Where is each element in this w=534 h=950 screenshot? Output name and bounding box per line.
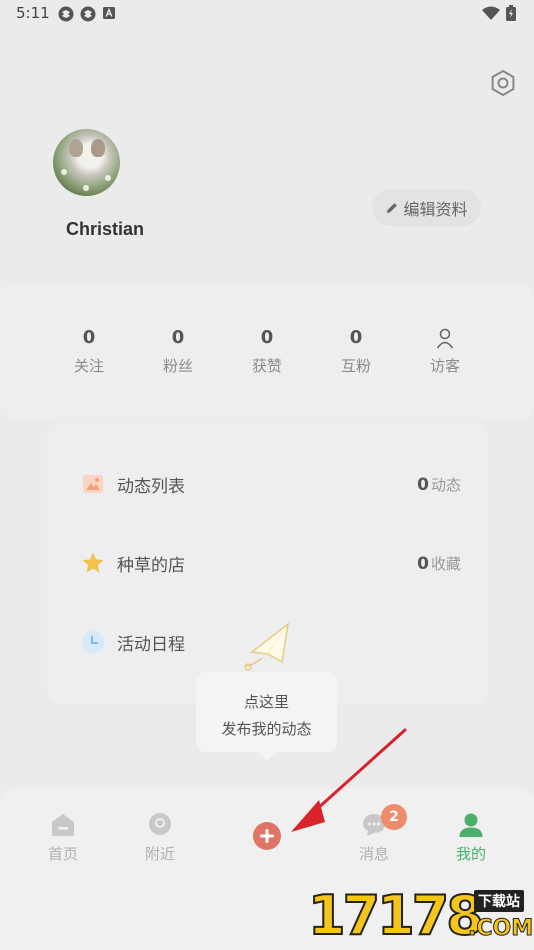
- edit-profile-button[interactable]: 编辑资料: [372, 189, 481, 226]
- user-icon: [459, 813, 483, 837]
- menu-item-shops[interactable]: 种草的店 0 收藏: [81, 548, 461, 578]
- stat-value: 0: [260, 327, 274, 348]
- stat-visitors[interactable]: 访客: [415, 327, 475, 376]
- stat-followers[interactable]: 0 粉丝: [148, 327, 208, 376]
- clock-icon: [82, 631, 104, 653]
- watermark-number: 17178: [307, 883, 485, 948]
- status-time: 5:11: [16, 4, 50, 22]
- stats-card: 0 关注 0 粉丝 0 获赞 0 互粉 访客: [0, 283, 534, 420]
- tab-label: 消息: [358, 845, 389, 863]
- menu-item-label: 动态列表: [117, 476, 185, 497]
- watermark-domain: .COM: [467, 916, 534, 942]
- stat-following[interactable]: 0 关注: [59, 327, 119, 376]
- publish-button[interactable]: [253, 822, 281, 850]
- status-system-icons: [482, 5, 516, 21]
- username: Christian: [66, 219, 145, 239]
- tab-label: 附近: [144, 845, 175, 863]
- pencil-icon: [387, 202, 398, 213]
- plus-icon: [260, 829, 274, 843]
- tab-me[interactable]: 我的: [441, 812, 501, 864]
- notification-icon: [58, 6, 74, 22]
- notification-icon: [80, 6, 96, 22]
- stat-value: 0: [82, 327, 96, 348]
- stat-label: 粉丝: [162, 357, 193, 375]
- status-bar: 5:11: [0, 0, 534, 28]
- tab-home[interactable]: 首页: [33, 812, 93, 864]
- watermark-tag: 下载站: [474, 890, 524, 912]
- tab-label: 首页: [47, 845, 78, 863]
- tab-label: 我的: [455, 845, 486, 863]
- edit-profile-label: 编辑资料: [403, 199, 468, 219]
- tooltip-tail: [258, 752, 276, 761]
- menu-item-count: 0 动态: [417, 474, 461, 495]
- paper-plane-icon: [244, 622, 290, 671]
- menu-item-label: 种草的店: [117, 555, 185, 576]
- watermark-logo: 17178 下载站 .COM: [307, 883, 534, 950]
- tab-nearby[interactable]: 附近: [130, 812, 190, 864]
- menu-item-label: 活动日程: [117, 634, 185, 655]
- tooltip-line-1: 点这里: [243, 693, 289, 711]
- image-icon: [83, 475, 103, 493]
- wifi-icon: [482, 6, 500, 20]
- person-outline-icon: [436, 328, 454, 349]
- avatar[interactable]: [53, 129, 120, 196]
- home-icon: [52, 814, 74, 836]
- stat-value: 0: [171, 327, 185, 348]
- stat-label: 获赞: [251, 357, 282, 375]
- stat-value: 0: [349, 327, 363, 348]
- menu-item-posts[interactable]: 动态列表 0 动态: [81, 469, 461, 499]
- a-icon: [103, 7, 115, 19]
- red-arrow-annotation: [291, 728, 407, 832]
- settings-icon[interactable]: [489, 69, 517, 97]
- stat-label: 互粉: [340, 357, 371, 375]
- battery-icon: [506, 5, 516, 21]
- stat-mutual[interactable]: 0 互粉: [326, 327, 386, 376]
- stat-label: 访客: [429, 357, 460, 375]
- stat-label: 关注: [73, 357, 104, 375]
- star-icon: [82, 552, 104, 573]
- location-icon: [149, 813, 171, 835]
- status-notification-icons: [58, 6, 116, 22]
- menu-item-count: 0 收藏: [417, 553, 461, 574]
- stat-likes[interactable]: 0 获赞: [237, 327, 297, 376]
